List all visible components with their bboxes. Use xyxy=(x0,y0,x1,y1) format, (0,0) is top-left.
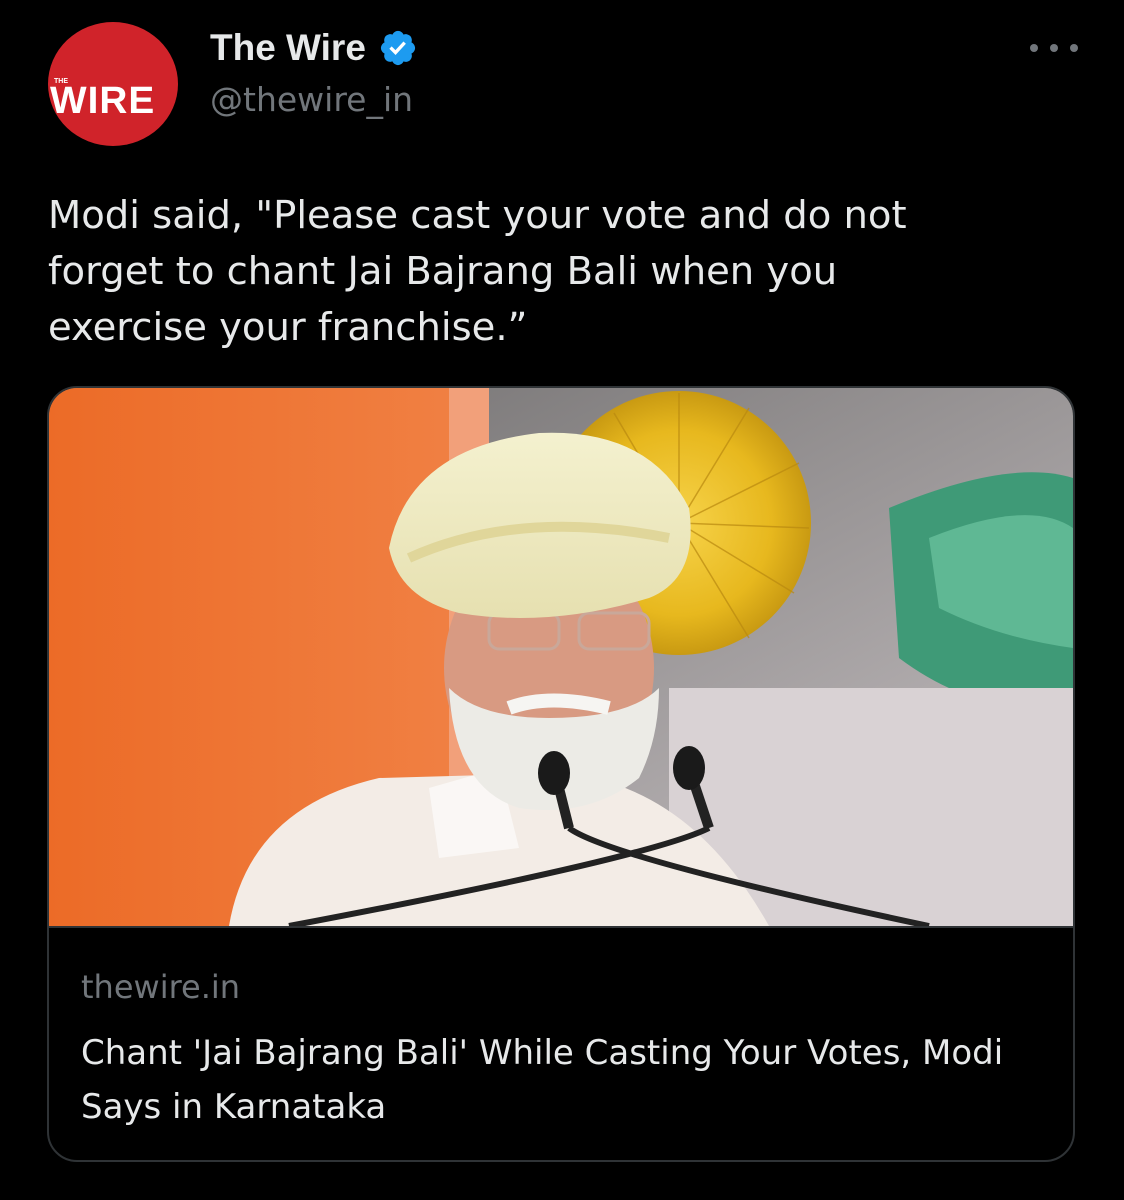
author-handle[interactable]: @thewire_in xyxy=(210,80,413,120)
card-domain: thewire.in xyxy=(81,968,241,1006)
tweet-text: Modi said, "Please cast your vote and do… xyxy=(48,193,907,350)
more-dot xyxy=(1050,44,1058,52)
avatar-logo-text: WIRE xyxy=(49,80,156,122)
card-title[interactable]: Chant 'Jai Bajrang Bali' While Casting Y… xyxy=(81,1026,1041,1134)
more-dot xyxy=(1070,44,1078,52)
card-meta[interactable]: thewire.in Chant 'Jai Bajrang Bali' Whil… xyxy=(49,926,1073,1160)
card-image[interactable] xyxy=(49,388,1073,926)
more-horizontal-icon[interactable] xyxy=(1030,36,1078,60)
avatar[interactable]: THE WIRE xyxy=(48,22,178,146)
verified-badge-icon xyxy=(378,28,418,68)
tweet: THE WIRE The Wire @thewire_in Modi said,… xyxy=(0,0,1124,1200)
author-display-name[interactable]: The Wire xyxy=(210,26,366,70)
author-name-row[interactable]: The Wire xyxy=(210,26,418,70)
more-dot xyxy=(1030,44,1038,52)
link-card[interactable]: thewire.in Chant 'Jai Bajrang Bali' Whil… xyxy=(47,386,1075,1162)
